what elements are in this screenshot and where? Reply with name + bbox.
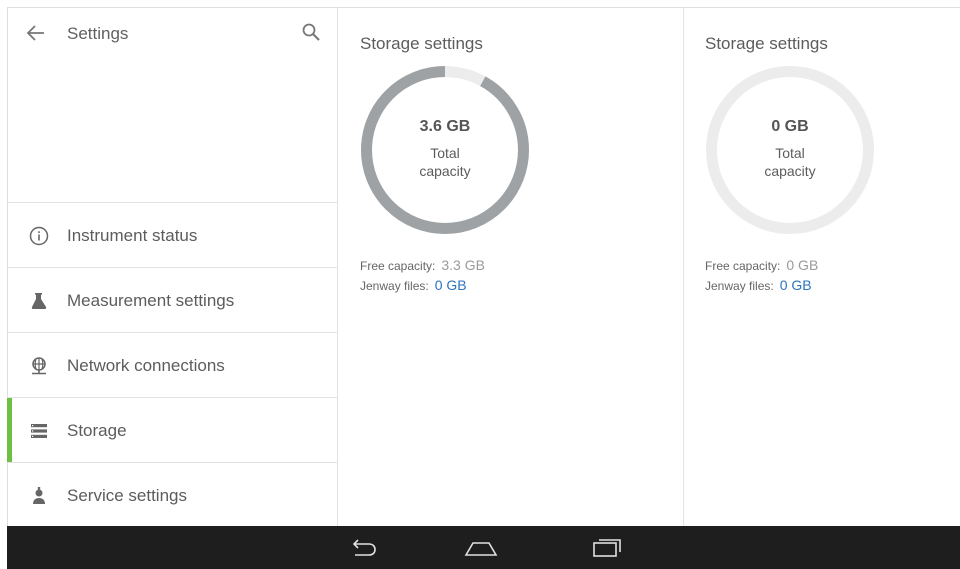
system-navigation-bar [7, 526, 960, 569]
total-capacity-caption: Total capacity [419, 145, 471, 179]
sidebar-item-network-connections[interactable]: Network connections [8, 333, 338, 398]
sidebar-item-measurement-settings[interactable]: Measurement settings [8, 268, 338, 333]
panel-title: Storage settings [705, 34, 828, 53]
sidebar-item-label: Instrument status [67, 226, 198, 245]
network-icon [32, 357, 46, 375]
back-arrow-icon[interactable] [26, 23, 46, 43]
storage-panel-external: Storage settings 0 GB Total capacity Fre… [684, 8, 960, 527]
free-capacity-row: Free capacity: 3.3 GB [360, 257, 485, 273]
sidebar-item-service-settings[interactable]: Service settings [8, 463, 338, 528]
sidebar-item-label: Network connections [67, 356, 225, 375]
free-capacity-row: Free capacity: 0 GB [705, 257, 818, 273]
flask-icon [31, 293, 47, 309]
info-icon [29, 226, 49, 246]
sidebar-item-instrument-status[interactable]: Instrument status [8, 203, 338, 268]
jenway-files-value[interactable]: 0 GB [435, 277, 467, 293]
jenway-files-label: Jenway files: [360, 279, 429, 293]
back-icon[interactable] [346, 534, 382, 562]
sidebar-title: Settings [67, 24, 129, 43]
capacity-summary: 0 GB Total capacity [704, 64, 876, 236]
settings-screen: Settings Instrument status Measurement s… [7, 7, 960, 528]
jenway-files-value[interactable]: 0 GB [780, 277, 812, 293]
home-icon[interactable] [463, 534, 499, 562]
free-capacity-label: Free capacity: [705, 259, 781, 273]
total-capacity-value: 0 GB [771, 118, 809, 135]
free-capacity-label: Free capacity: [360, 259, 436, 273]
sidebar-header: Settings [8, 8, 338, 203]
jenway-files-label: Jenway files: [705, 279, 774, 293]
recent-apps-icon[interactable] [589, 534, 625, 562]
free-capacity-value: 0 GB [786, 257, 819, 273]
sidebar-item-label: Measurement settings [67, 291, 235, 310]
free-capacity-value: 3.3 GB [441, 257, 485, 273]
capacity-summary: 3.6 GB Total capacity [359, 64, 531, 236]
sidebar-item-storage[interactable]: Storage [7, 398, 338, 463]
settings-sidebar: Settings Instrument status Measurement s… [7, 8, 338, 528]
storage-icon [31, 424, 47, 438]
storage-panel-internal: Storage settings 3.6 GB Total capacity F… [339, 8, 684, 527]
total-capacity-caption: Total capacity [764, 145, 816, 179]
jenway-files-row: Jenway files: 0 GB [360, 277, 467, 293]
total-capacity-value: 3.6 GB [419, 118, 471, 135]
search-icon[interactable] [301, 22, 321, 42]
service-icon [33, 487, 45, 504]
panel-title: Storage settings [360, 34, 483, 53]
settings-nav: Instrument status Measurement settings N… [7, 203, 338, 528]
sidebar-item-label: Storage [67, 421, 127, 440]
sidebar-item-label: Service settings [67, 486, 187, 505]
jenway-files-row: Jenway files: 0 GB [705, 277, 812, 293]
